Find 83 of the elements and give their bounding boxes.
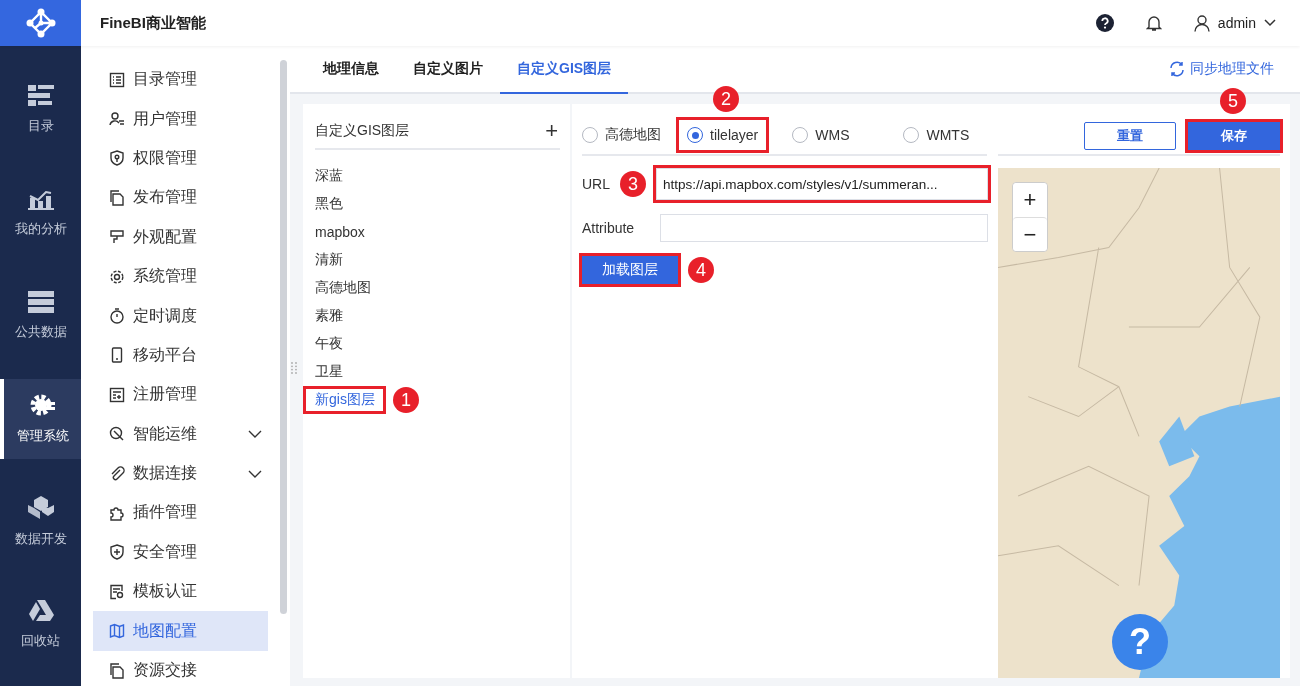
timer-icon bbox=[109, 308, 125, 325]
map-icon bbox=[109, 623, 125, 640]
chevron-down-icon bbox=[1264, 19, 1276, 27]
menu-item[interactable]: 智能运维 bbox=[93, 414, 268, 454]
layer-item[interactable]: 素雅 bbox=[315, 305, 343, 327]
cert-icon bbox=[109, 583, 125, 600]
rail-item[interactable]: 回收站 bbox=[0, 585, 81, 665]
menu-item[interactable]: 模板认证 bbox=[93, 572, 268, 612]
callout-badge: 3 bbox=[620, 171, 646, 197]
brush-icon bbox=[109, 229, 125, 246]
rail-item[interactable]: 我的分析 bbox=[0, 173, 81, 253]
refresh-icon bbox=[1169, 61, 1185, 77]
radio-option[interactable]: WMTS bbox=[895, 120, 978, 150]
attribute-input[interactable] bbox=[660, 214, 988, 242]
scrollbar[interactable] bbox=[280, 60, 287, 614]
user-icon bbox=[109, 111, 125, 128]
layer-item[interactable]: mapbox bbox=[315, 222, 365, 242]
user-menu[interactable]: admin bbox=[1193, 14, 1276, 32]
menu-item[interactable]: 资源交接 bbox=[93, 650, 268, 686]
rail-item[interactable]: 公共数据 bbox=[0, 276, 81, 356]
gear-icon bbox=[29, 393, 56, 417]
bell-icon[interactable] bbox=[1145, 14, 1162, 32]
callout-badge: 4 bbox=[688, 257, 714, 283]
chevron-down-icon bbox=[248, 469, 262, 478]
menu-item[interactable]: 地图配置 bbox=[93, 611, 268, 651]
load-layer-button[interactable]: 加载图层 bbox=[582, 256, 678, 284]
reset-button[interactable]: 重置 bbox=[1084, 122, 1176, 150]
callout-badge: 1 bbox=[392, 387, 419, 413]
field-label: URL bbox=[582, 176, 610, 192]
app-title: FineBI商业智能 bbox=[100, 13, 206, 33]
layer-item[interactable]: 黑色 bbox=[315, 193, 343, 215]
tab[interactable]: 自定义GIS图层 bbox=[500, 46, 629, 94]
list-icon bbox=[109, 71, 125, 88]
bar-chart-icon bbox=[27, 188, 54, 210]
menu-item[interactable]: 系统管理 bbox=[93, 256, 268, 297]
rail-item[interactable]: 管理系统 bbox=[0, 379, 81, 459]
chevron-down-icon bbox=[248, 430, 262, 439]
phone-icon bbox=[109, 347, 125, 364]
menu-item[interactable]: 安全管理 bbox=[93, 532, 268, 573]
drag-handle-icon[interactable] bbox=[291, 362, 297, 374]
shield-icon bbox=[109, 150, 125, 167]
puzzle-icon bbox=[109, 505, 125, 521]
callout-badge: 2 bbox=[713, 86, 739, 112]
rail-item[interactable]: 目录 bbox=[0, 70, 81, 150]
menu-item[interactable]: 移动平台 bbox=[93, 335, 268, 376]
tab[interactable]: 地理信息 bbox=[306, 46, 396, 94]
layer-item[interactable]: 清新 bbox=[315, 249, 343, 271]
menu-item[interactable]: 定时调度 bbox=[93, 296, 268, 336]
help-icon[interactable] bbox=[1095, 14, 1114, 32]
field-label: Attribute bbox=[582, 220, 636, 236]
database-icon bbox=[27, 291, 54, 313]
menu-item[interactable]: 注册管理 bbox=[93, 375, 268, 415]
layer-item[interactable]: 卫星 bbox=[315, 361, 343, 383]
radio-option[interactable]: 高德地图 bbox=[582, 120, 669, 150]
menu-item[interactable]: 插件管理 bbox=[93, 493, 268, 533]
menu-item[interactable]: 目录管理 bbox=[93, 60, 268, 100]
save-button[interactable]: 保存 bbox=[1188, 122, 1280, 150]
form-icon bbox=[109, 386, 125, 403]
layer-item[interactable]: 高德地图 bbox=[315, 277, 371, 299]
menu-item[interactable]: 用户管理 bbox=[93, 99, 268, 139]
catalog-icon bbox=[27, 85, 54, 107]
gear-icon bbox=[109, 268, 125, 285]
radio-option[interactable]: WMS bbox=[784, 120, 858, 150]
panel-title: 自定义GIS图层 bbox=[315, 122, 410, 140]
doc-icon bbox=[109, 662, 125, 679]
triangle-icon bbox=[27, 600, 54, 622]
doc-icon bbox=[109, 189, 125, 206]
layer-item[interactable]: 深蓝 bbox=[315, 165, 343, 187]
add-button[interactable]: + bbox=[543, 120, 560, 142]
user-icon bbox=[1193, 14, 1210, 32]
callout-badge: 5 bbox=[1220, 88, 1246, 114]
url-input[interactable]: https://api.mapbox.com/styles/v1/summeran... bbox=[656, 168, 988, 200]
menu-item[interactable]: 发布管理 bbox=[93, 178, 268, 218]
zoom-out-button[interactable]: − bbox=[1013, 217, 1047, 251]
rail-item[interactable]: 数据开发 bbox=[0, 482, 81, 562]
menu-item[interactable]: 外观配置 bbox=[93, 217, 268, 257]
menu-item[interactable]: 数据连接 bbox=[93, 453, 268, 494]
layer-item[interactable]: 新gis图层 bbox=[306, 389, 383, 411]
layer-item[interactable]: 午夜 bbox=[315, 333, 343, 355]
menu-item[interactable]: 权限管理 bbox=[93, 138, 268, 179]
shieldplus-icon bbox=[109, 544, 125, 561]
tab[interactable]: 自定义图片 bbox=[396, 46, 500, 94]
clip-icon bbox=[109, 465, 125, 482]
